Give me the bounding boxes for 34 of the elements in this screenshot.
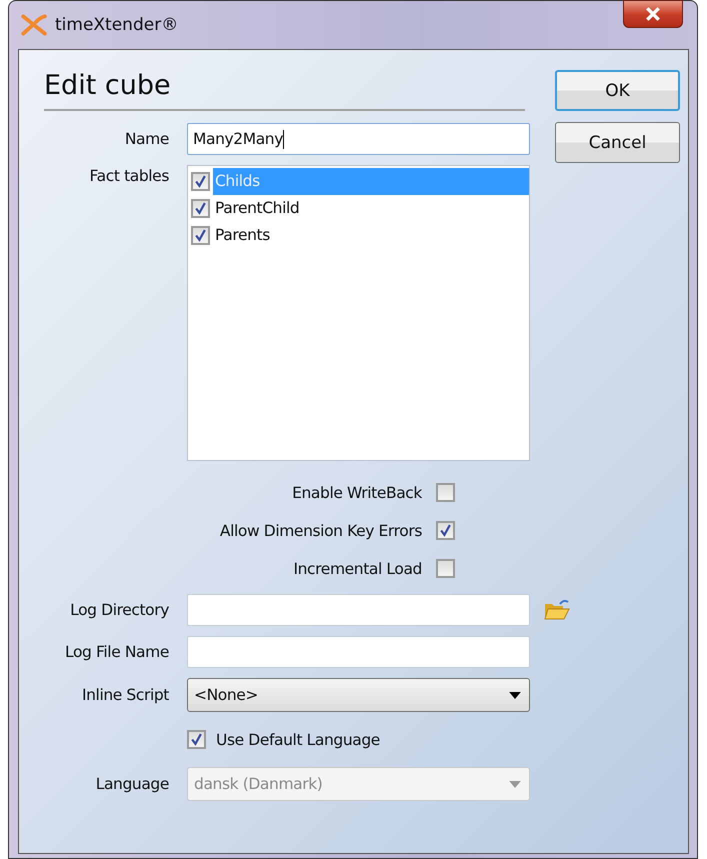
checkbox[interactable] — [436, 483, 455, 502]
dialog-button[interactable]: Cancel — [555, 122, 680, 163]
checkbox-label: Use Default Language — [216, 730, 380, 748]
dialog-heading: Edit cube — [44, 50, 525, 111]
folder-icon[interactable] — [542, 598, 572, 622]
checkbox[interactable] — [436, 521, 455, 540]
checkbox[interactable] — [191, 226, 210, 245]
window-title: timeXtender® — [55, 15, 178, 35]
caret-icon — [509, 780, 521, 788]
checkbox[interactable] — [191, 172, 210, 191]
field-label: Inline Script — [80, 686, 169, 704]
field-label: Name — [124, 130, 169, 148]
logo-icon — [21, 14, 47, 36]
checkbox-label: Incremental Load — [293, 560, 422, 578]
checkbox-label: Enable WriteBack — [292, 484, 422, 502]
field-label: Log File Name — [64, 643, 169, 661]
field-label: Fact tables — [88, 167, 169, 185]
log-directory-field[interactable] — [187, 594, 530, 626]
name-field[interactable]: Many2Many — [187, 123, 530, 155]
checkbox[interactable] — [187, 730, 206, 749]
list-item[interactable]: ParentChild — [213, 195, 529, 222]
field-value: Many2Many — [193, 130, 283, 148]
inline-script-dropdown[interactable]: <None> — [187, 678, 530, 712]
checkbox[interactable] — [436, 559, 455, 578]
field-label: Log Directory — [69, 601, 169, 619]
log-file-name-field[interactable] — [187, 636, 530, 668]
dialog-button[interactable]: OK — [555, 70, 680, 111]
list-item[interactable]: Parents — [213, 222, 529, 249]
caret-icon — [509, 692, 521, 698]
field-label: Language — [94, 775, 169, 793]
close-icon — [645, 7, 661, 21]
checkbox[interactable] — [191, 199, 210, 218]
checkbox-label: Allow Dimension Key Errors — [220, 522, 422, 540]
close-button[interactable] — [623, 0, 683, 28]
